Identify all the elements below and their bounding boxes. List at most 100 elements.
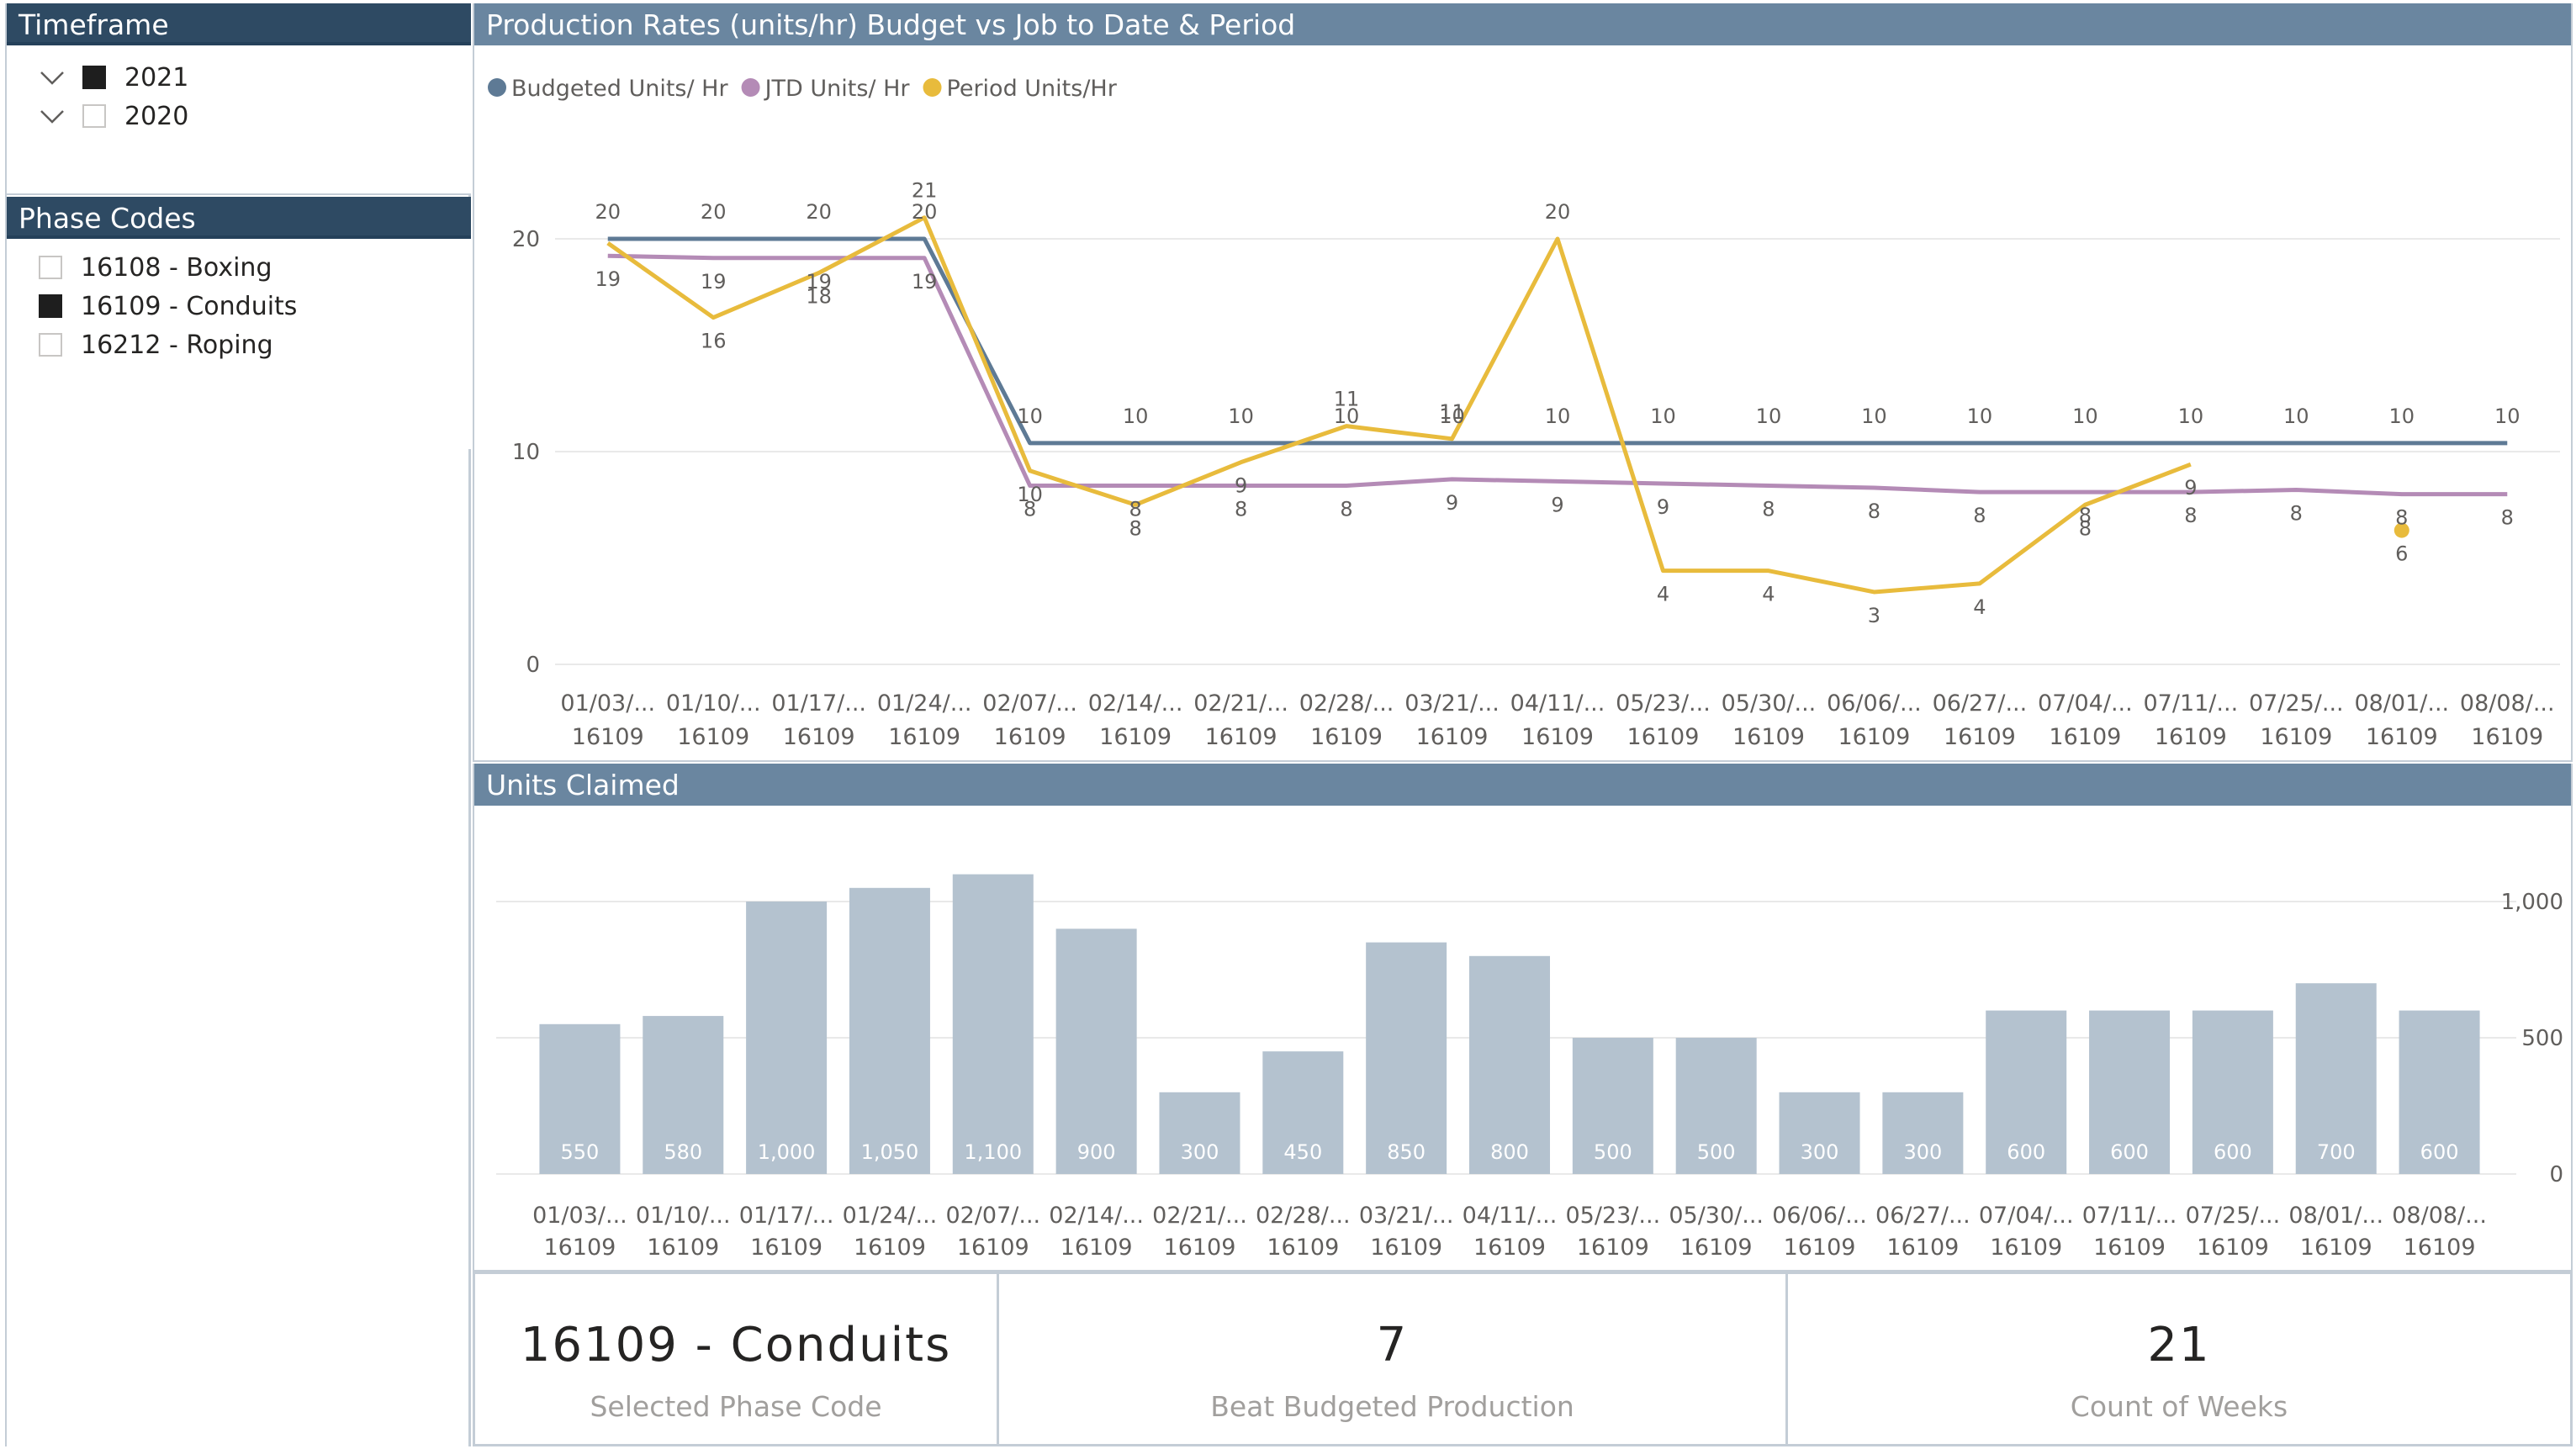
checkbox-16108[interactable] xyxy=(39,256,62,279)
phase-codes-slicer: Phase Codes 16108 - Boxing 16109 - Condu… xyxy=(7,197,471,449)
x-tick-label: 05/23/... xyxy=(1566,1203,1661,1229)
kpi-value: 21 xyxy=(2147,1318,2211,1372)
phase-item-16212[interactable]: 16212 - Roping xyxy=(39,328,273,362)
data-label: 4 xyxy=(1657,583,1669,606)
x-tick-sublabel: 16109 xyxy=(2197,1235,2269,1261)
bar-value-label: 1,050 xyxy=(861,1140,919,1164)
checkbox-16109[interactable] xyxy=(39,294,62,318)
checkbox-2020[interactable] xyxy=(82,104,106,128)
data-label: 10 xyxy=(1123,405,1149,428)
y-tick-label: 20 xyxy=(512,227,540,252)
x-tick-label: 03/21/... xyxy=(1404,690,1500,717)
y-tick-label: 10 xyxy=(512,440,540,465)
data-label: 6 xyxy=(2395,542,2408,566)
phase-item-16109[interactable]: 16109 - Conduits xyxy=(39,289,297,323)
x-tick-sublabel: 16109 xyxy=(543,1235,616,1261)
y-tick-label: 0 xyxy=(526,653,540,678)
x-tick-label: 02/28/... xyxy=(1299,690,1394,717)
x-tick-label: 07/04/... xyxy=(1979,1203,2074,1229)
bar-value-label: 900 xyxy=(1077,1140,1116,1164)
x-tick-sublabel: 16109 xyxy=(2471,724,2543,750)
x-tick-sublabel: 16109 xyxy=(1521,724,1594,750)
x-tick-sublabel: 16109 xyxy=(1473,1235,1546,1261)
x-tick-label: 01/24/... xyxy=(843,1203,938,1229)
data-label: 10 xyxy=(2283,405,2309,428)
bar xyxy=(1366,942,1447,1174)
chevron-down-icon[interactable] xyxy=(37,99,67,133)
x-tick-sublabel: 16109 xyxy=(677,724,749,750)
x-tick-label: 05/23/... xyxy=(1616,690,1711,717)
units-claimed-title: Units Claimed xyxy=(474,764,2571,806)
chevron-down-icon[interactable] xyxy=(37,61,67,94)
x-tick-sublabel: 16109 xyxy=(1838,724,1910,750)
x-tick-sublabel: 16109 xyxy=(750,1235,823,1261)
bar-value-label: 450 xyxy=(1283,1140,1322,1164)
data-label: 10 xyxy=(1545,405,1571,428)
x-tick-sublabel: 16109 xyxy=(572,724,644,750)
data-label: 4 xyxy=(1973,595,1986,619)
bar-value-label: 500 xyxy=(1594,1140,1632,1164)
x-tick-sublabel: 16109 xyxy=(1205,724,1277,750)
x-tick-label: 07/11/... xyxy=(2144,690,2239,717)
x-tick-label: 01/03/... xyxy=(532,1203,627,1229)
checkbox-2021[interactable] xyxy=(82,66,106,89)
data-label: 19 xyxy=(701,270,727,294)
x-tick-sublabel: 16109 xyxy=(1732,724,1805,750)
data-label: 20 xyxy=(806,200,832,224)
y-tick-label: 0 xyxy=(2549,1162,2563,1187)
x-tick-label: 02/14/... xyxy=(1088,690,1183,717)
kpi-value: 16109 - Conduits xyxy=(520,1318,952,1372)
y-tick-label: 1,000 xyxy=(2501,890,2563,915)
legend-label: Budgeted Units/ Hr xyxy=(511,76,728,102)
x-tick-label: 05/30/... xyxy=(1722,690,1817,717)
x-tick-sublabel: 16109 xyxy=(1784,1235,1856,1261)
data-label: 10 xyxy=(2494,405,2520,428)
bar-value-label: 550 xyxy=(561,1140,600,1164)
data-label: 10 xyxy=(1017,405,1043,428)
phase-item-16108[interactable]: 16108 - Boxing xyxy=(39,251,272,284)
data-label: 8 xyxy=(1129,516,1141,540)
data-label: 4 xyxy=(1762,583,1775,606)
x-tick-sublabel: 16109 xyxy=(1627,724,1700,750)
data-label: 8 xyxy=(1973,504,1986,527)
x-tick-sublabel: 16109 xyxy=(2093,1235,2166,1261)
series-line xyxy=(607,253,2508,497)
kpi-label: Beat Budgeted Production xyxy=(1210,1390,1574,1423)
x-tick-label: 01/10/... xyxy=(666,690,761,717)
timeframe-title: Timeframe xyxy=(7,3,471,45)
timeframe-label-2020: 2020 xyxy=(124,101,189,131)
kpi-label: Count of Weeks xyxy=(2070,1390,2288,1423)
x-tick-sublabel: 16109 xyxy=(1099,724,1172,750)
x-tick-label: 04/11/... xyxy=(1510,690,1605,717)
data-label: 11 xyxy=(1334,388,1360,411)
bar xyxy=(746,902,828,1174)
data-label: 8 xyxy=(1762,497,1775,521)
data-label: 8 xyxy=(2395,506,2408,530)
data-label: 9 xyxy=(2184,476,2197,500)
x-tick-sublabel: 16109 xyxy=(2260,724,2332,750)
timeframe-item-2020[interactable]: 2020 xyxy=(39,99,188,133)
data-label: 10 xyxy=(1017,483,1043,506)
x-tick-label: 08/08/... xyxy=(2392,1203,2487,1229)
x-tick-sublabel: 16109 xyxy=(2300,1235,2372,1261)
x-tick-label: 03/21/... xyxy=(1359,1203,1454,1229)
bar-value-label: 1,000 xyxy=(758,1140,816,1164)
bar-value-label: 600 xyxy=(2110,1140,2149,1164)
units-claimed-panel: Units Claimed 0 500 1,000 550 01/03/... 16109… xyxy=(473,764,2573,1272)
x-tick-label: 08/08/... xyxy=(2460,690,2555,717)
phase-codes-title: Phase Codes xyxy=(7,197,471,239)
timeframe-item-2021[interactable]: 2021 xyxy=(39,61,188,94)
checkbox-16212[interactable] xyxy=(39,333,62,357)
x-tick-label: 01/03/... xyxy=(560,690,655,717)
x-tick-sublabel: 16109 xyxy=(2366,724,2438,750)
x-tick-label: 07/25/... xyxy=(2249,690,2344,717)
bar-value-label: 600 xyxy=(2214,1140,2252,1164)
x-tick-label: 01/10/... xyxy=(636,1203,731,1229)
x-tick-label: 06/06/... xyxy=(1827,690,1922,717)
data-label: 8 xyxy=(1868,500,1880,523)
data-label: 10 xyxy=(2072,405,2098,428)
x-tick-label: 06/27/... xyxy=(1933,690,2028,717)
production-rates-panel: Production Rates (units/hr) Budget vs Jo… xyxy=(473,3,2573,762)
legend-label: JTD Units/ Hr xyxy=(764,76,911,102)
bar-value-label: 600 xyxy=(2420,1140,2459,1164)
